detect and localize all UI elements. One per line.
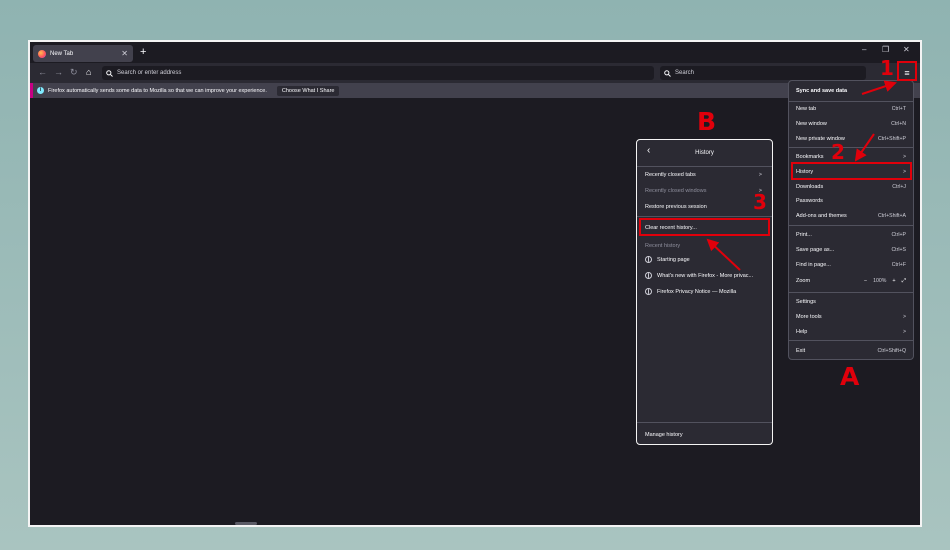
arrow-to-history [854,133,875,162]
annotation-arrows [706,80,897,271]
arrow-to-menu-button [861,80,897,95]
arrow-to-clear-history [706,238,741,271]
